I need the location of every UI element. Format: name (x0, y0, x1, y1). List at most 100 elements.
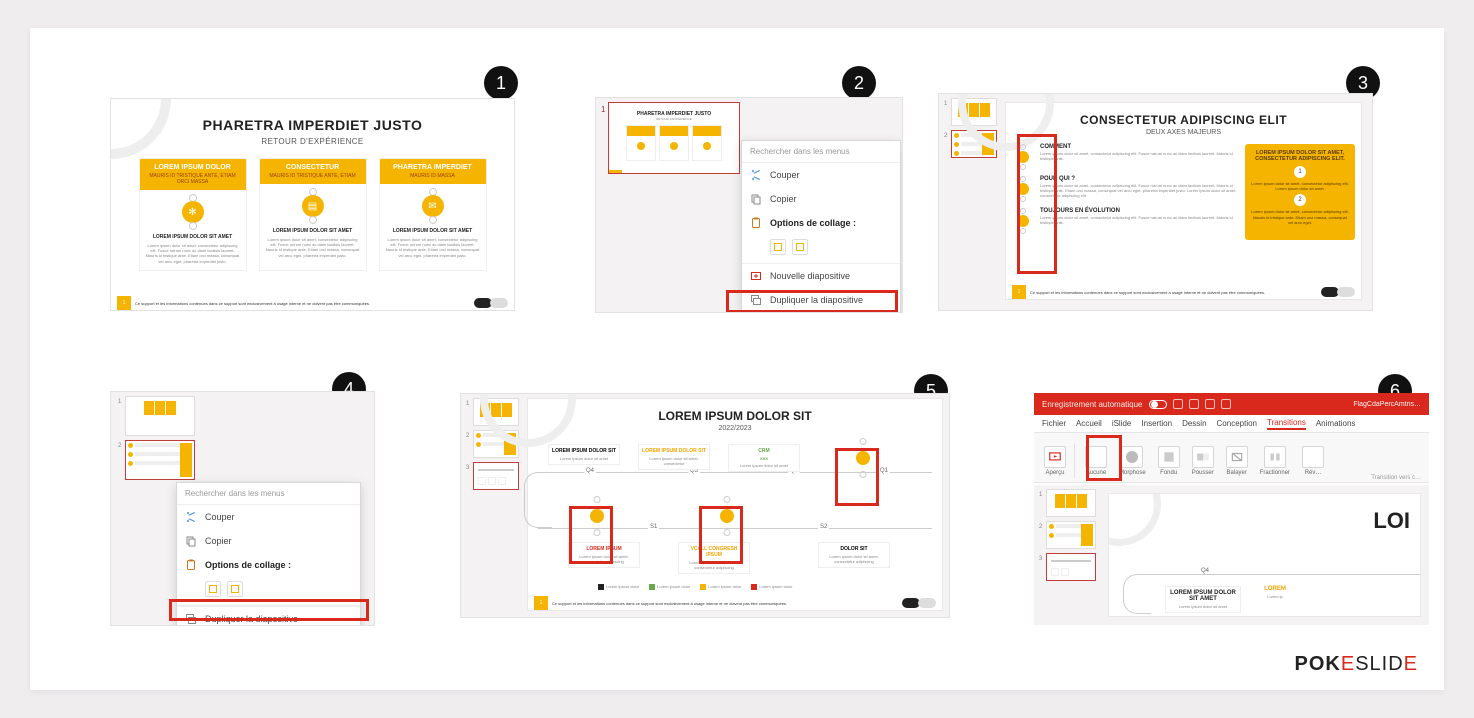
menu-transitions[interactable]: Transitions (1267, 418, 1306, 430)
card-3: PHARETRA IMPERDIETMAURIS ID MASSA ✉ LORE… (379, 158, 487, 271)
clipboard-icon (750, 217, 762, 229)
transition-fade[interactable]: Fondu (1154, 444, 1184, 478)
step4-panel: 1 2 Rechercher dans les menus Couper Cop… (110, 391, 375, 626)
bullet-icon (1012, 208, 1034, 234)
step3-panel: 1 2 CONSECTETUR ADIPISCING ELIT DEUX AXE… (938, 93, 1373, 311)
slide-thumbnail-1[interactable]: 1 (1046, 489, 1096, 517)
slide-subtitle: DEUX AXES MAJEURS (1006, 129, 1361, 136)
menu-label: Dupliquer la diapositive (770, 295, 863, 305)
item-heading: COMMENT (1040, 144, 1239, 150)
timeline-box: LOREM IPSUM DOLOR SITLorem ipsum dolor s… (638, 444, 710, 470)
ribbon: Aperçu Aucune Morphose Fondu Pousser Bal… (1034, 433, 1429, 483)
step-badge-2: 2 (842, 66, 876, 100)
card-body-title: LOREM IPSUM DOLOR SIT AMET (140, 234, 246, 240)
wipe-icon (1226, 446, 1248, 468)
thumbnail-pane[interactable]: 1 2 (115, 396, 195, 484)
slide-footer: 1 Ce support et les informations contenu… (111, 296, 514, 310)
transition-split[interactable]: Fractionner (1256, 444, 1294, 478)
duplicate-icon (750, 294, 762, 306)
card-subheading: MAURIS ID TRISTIQUE ANTE, ETIAM (264, 173, 362, 179)
scissors-icon (750, 169, 762, 181)
selected-shape[interactable] (582, 496, 612, 536)
card-heading: CONSECTETUR (264, 164, 362, 171)
clipboard-icon (185, 559, 197, 571)
paste-option-2[interactable] (792, 239, 808, 255)
menu-animations[interactable]: Animations (1316, 419, 1356, 428)
paste-option-1[interactable] (205, 581, 221, 597)
card-1: LOREM IPSUM DOLORMAURIS ID TRISTIQUE ANT… (139, 158, 247, 271)
menu-copy[interactable]: Copier (177, 529, 360, 553)
menu-search[interactable]: Rechercher dans les menus (742, 141, 900, 163)
slide-thumbnail-3[interactable]: 3 (1046, 553, 1096, 581)
callout-text: Lorem ipsum dolor sit amet, consectetur … (1251, 209, 1349, 225)
slide-thumbnail-2[interactable]: 2 (125, 440, 195, 480)
card-body-title: LOREM IPSUM DOLOR SIT AMET (260, 228, 366, 234)
menu-copy[interactable]: Copier (742, 187, 900, 211)
footer-text: Ce support et les informations contenues… (552, 601, 787, 606)
menu-cut[interactable]: Couper (177, 505, 360, 529)
thumbnail-pane[interactable]: 1 2 3 (1034, 485, 1100, 625)
slide-editor[interactable]: LOREM IPSUM DOLOR SIT 2022/2023 Q4 Q3 Q2… (527, 398, 943, 611)
timeline-box: VCALL CONGRESH IPSUMLorem ipsum dolor si… (678, 542, 750, 574)
item-heading: POUR QUI ? (1040, 176, 1239, 182)
transition-morph[interactable]: Morphose (1115, 444, 1150, 478)
callout-box: LOREM IPSUM DOLOR SIT AMET, CONSECTETUR … (1245, 144, 1355, 240)
reveal-icon (1302, 446, 1324, 468)
title-bar: Enregistrement automatique FlagCdaPercAm… (1034, 393, 1429, 415)
redo-icon[interactable] (1205, 399, 1215, 409)
thumbnail-pane[interactable]: 1 PHARETRA IMPERDIET JUSTO RETOUR D'EXPÉ… (600, 102, 740, 174)
transition-none[interactable]: Aucune (1081, 444, 1111, 478)
preview-icon[interactable] (1044, 446, 1066, 468)
card-body-text: Lorem ipsum dolor sit amet, consectetur … (380, 234, 486, 264)
menu-insertion[interactable]: Insertion (1141, 419, 1172, 428)
slide-thumbnail-1[interactable]: 1 PHARETRA IMPERDIET JUSTO RETOUR D'EXPÉ… (608, 102, 740, 174)
slide-thumbnail-2[interactable]: 2 (1046, 521, 1096, 549)
menu-cut[interactable]: Couper (742, 163, 900, 187)
thumb-number: 1 (944, 101, 947, 107)
slide-thumbnail-3[interactable]: 3 (473, 462, 519, 490)
callout-number: 1 (1294, 166, 1306, 178)
card-icon: ✻ (140, 190, 246, 234)
footer-text: Ce support et les informations contenues… (135, 301, 370, 306)
quarter-label: Q1 (878, 468, 890, 474)
autosave-toggle[interactable] (1149, 400, 1167, 409)
slideshow-icon[interactable] (1221, 399, 1231, 409)
paste-option-icons (742, 235, 900, 264)
step-badge-1: 1 (484, 66, 518, 100)
undo-icon[interactable] (1189, 399, 1199, 409)
paste-option-1[interactable] (770, 239, 786, 255)
selected-shape[interactable] (712, 496, 742, 536)
thumb-number: 1 (601, 105, 605, 114)
menu-label: Couper (205, 512, 235, 522)
duplicate-icon (185, 613, 197, 625)
selected-shape[interactable] (848, 438, 878, 478)
transition-wipe[interactable]: Balayer (1222, 444, 1252, 478)
save-icon[interactable] (1173, 399, 1183, 409)
slide-editor[interactable]: LOI Q4 LOREM IPSUM DOLOR SIT AMETLorem i… (1108, 493, 1421, 617)
menu-duplicate-slide[interactable]: Dupliquer la diapositive (177, 607, 360, 626)
document-name[interactable]: FlagCdaPercAmtris… (1353, 401, 1421, 408)
menu-label: Copier (770, 194, 797, 204)
bullet-icon (1012, 176, 1034, 202)
transition-push[interactable]: Pousser (1188, 444, 1218, 478)
new-slide-icon (750, 270, 762, 282)
menu-duplicate-slide[interactable]: Dupliquer la diapositive (742, 288, 900, 312)
menu-dessin[interactable]: Dessin (1182, 419, 1206, 428)
menu-search[interactable]: Rechercher dans les menus (177, 483, 360, 505)
ribbon-section-caption: Transition vers c… (1371, 475, 1421, 481)
slide-editor[interactable]: CONSECTETUR ADIPISCING ELIT DEUX AXES MA… (1005, 102, 1362, 300)
menu-fichier[interactable]: Fichier (1042, 419, 1066, 428)
slide-subtitle: 2022/2023 (528, 425, 942, 432)
page-number: 1 (1012, 285, 1026, 299)
paste-option-2[interactable] (227, 581, 243, 597)
slide-thumbnail-1[interactable]: 1 (125, 396, 195, 436)
transition-reveal[interactable]: Rév… (1298, 444, 1328, 478)
menu-islide[interactable]: iSlide (1112, 419, 1132, 428)
ribbon-label: Rév… (1305, 470, 1322, 476)
copy-icon (185, 535, 197, 547)
menu-accueil[interactable]: Accueil (1076, 419, 1102, 428)
slide-cards-row: LOREM IPSUM DOLORMAURIS ID TRISTIQUE ANT… (111, 158, 514, 271)
menu-conception[interactable]: Conception (1217, 419, 1257, 428)
footer-text: Ce support et les informations contenues… (1030, 290, 1265, 295)
menu-new-slide[interactable]: Nouvelle diapositive (742, 264, 900, 288)
